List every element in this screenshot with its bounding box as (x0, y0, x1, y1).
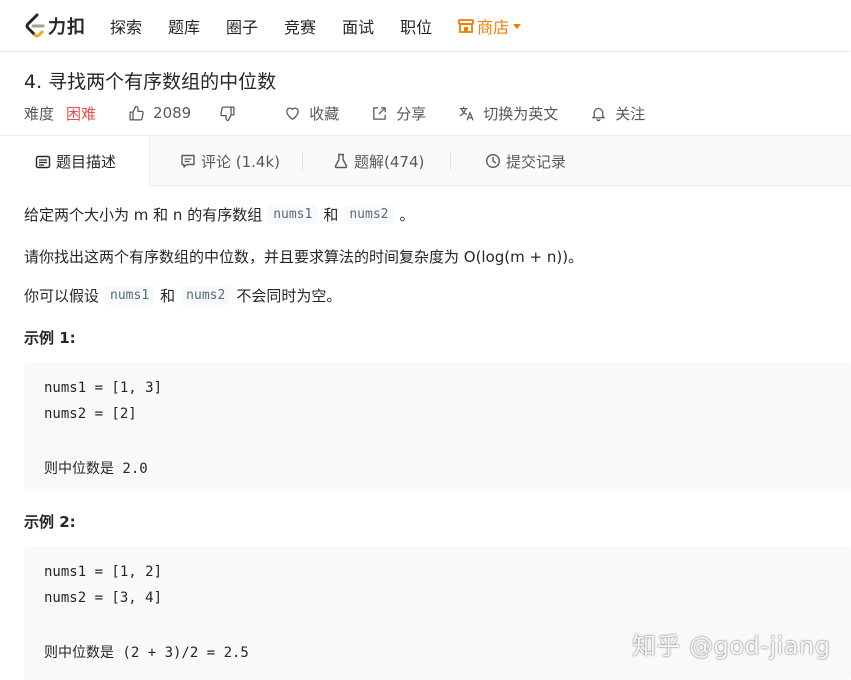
share-label: 分享 (396, 104, 427, 123)
code-line: nums1 = [1, 3] (44, 380, 163, 396)
like-count: 2089 (153, 104, 192, 122)
follow-button[interactable]: 关注 (590, 103, 645, 124)
share-button[interactable]: 分享 (371, 103, 426, 124)
tab-solutions[interactable]: 题解(474) (333, 136, 424, 186)
thumbs-down-icon (220, 105, 235, 121)
comment-icon (181, 154, 195, 168)
paragraph-text: 不会同时为空。 (236, 287, 342, 305)
dislike-button[interactable] (219, 105, 244, 122)
description-paragraph-1: 给定两个大小为 m 和 n 的有序数组 nums1 和 nums2 。 (24, 204, 415, 225)
difficulty-badge: 困难 (66, 104, 97, 123)
tab-description[interactable]: 题目描述 (0, 136, 150, 187)
description-paragraph-2: 请你找出这两个有序数组的中位数，并且要求算法的时间复杂度为 O(log(m + … (24, 248, 584, 266)
bell-icon (592, 107, 606, 121)
description-paragraph-3: 你可以假设 nums1 和 nums2 不会同时为空。 (24, 285, 341, 306)
inline-code: nums1 (105, 286, 155, 305)
problem-meta: 难度 困难 2089 收藏 分享 切换为英文 关注 (24, 102, 677, 124)
code-line: nums1 = [1, 2] (44, 564, 163, 580)
clock-icon (485, 153, 501, 169)
paragraph-text: 你可以假设 (24, 287, 100, 305)
like-button[interactable]: 2089 (128, 104, 191, 122)
favorite-button[interactable]: 收藏 (284, 103, 339, 124)
store-icon (458, 19, 474, 33)
nav-item-jobs[interactable]: 职位 (400, 14, 432, 38)
flask-icon (334, 153, 348, 169)
nav-item-contest[interactable]: 竞赛 (284, 14, 316, 38)
thumbs-up-icon (129, 105, 144, 121)
nav-item-explore[interactable]: 探索 (110, 14, 142, 38)
nav-menu: 探索 题库 圈子 竞赛 面试 职位 商店 (110, 0, 547, 52)
nav-item-store[interactable]: 商店 (458, 14, 522, 38)
inline-code: nums2 (181, 286, 231, 305)
example-1-title: 示例 1: (24, 329, 76, 347)
paragraph-text: 和 (323, 206, 339, 224)
switch-language-button[interactable]: 切换为英文 (458, 103, 558, 124)
tab-submissions-label: 提交记录 (506, 152, 567, 171)
favorite-label: 收藏 (309, 104, 340, 123)
translate-icon (459, 106, 474, 120)
problem-title: 4. 寻找两个有序数组的中位数 (24, 71, 277, 93)
description-icon (35, 155, 51, 168)
tab-solutions-label: 题解(474) (354, 152, 425, 171)
switch-language-label: 切换为英文 (483, 104, 559, 123)
tab-description-label: 题目描述 (56, 153, 117, 171)
chevron-down-icon (513, 23, 522, 29)
inline-code: nums1 (268, 205, 318, 224)
difficulty-label: 难度 (24, 104, 55, 123)
code-line: 则中位数是 2.0 (44, 461, 148, 477)
leetcode-logo[interactable]: 力扣 (24, 13, 86, 39)
tab-bar: 题目描述 评论 (1.4k) 题解(474) 提交记录 (0, 136, 851, 187)
code-line: 则中位数是 (2 + 3)/2 = 2.5 (44, 645, 249, 661)
store-label: 商店 (477, 18, 510, 37)
share-icon (373, 106, 387, 120)
tab-divider (450, 152, 451, 170)
paragraph-text: 。 (399, 206, 415, 224)
tab-comments-label: 评论 (1.4k) (201, 152, 281, 171)
tab-submissions[interactable]: 提交记录 (485, 136, 566, 186)
tab-comments[interactable]: 评论 (1.4k) (180, 136, 280, 186)
paragraph-text: 和 (160, 287, 176, 305)
paragraph-text: 给定两个大小为 m 和 n 的有序数组 (24, 206, 263, 224)
example-2-title: 示例 2: (24, 513, 76, 531)
example-1-code-block: nums1 = [1, 3] nums2 = [2] 则中位数是 2.0 (24, 363, 851, 491)
leetcode-logo-icon (25, 13, 45, 38)
tab-divider (302, 152, 303, 170)
top-nav: 力扣 探索 题库 圈子 竞赛 面试 职位 商店 (0, 0, 851, 52)
nav-item-interview[interactable]: 面试 (342, 14, 374, 38)
code-line: nums2 = [3, 4] (44, 590, 163, 606)
problem-header: 4. 寻找两个有序数组的中位数 难度 困难 2089 收藏 分享 切换为英文 关… (0, 52, 851, 136)
follow-label: 关注 (615, 104, 646, 123)
heart-icon (286, 107, 300, 120)
nav-item-circle[interactable]: 圈子 (226, 14, 258, 38)
logo-text: 力扣 (48, 17, 86, 38)
code-line: nums2 = [2] (44, 406, 137, 422)
nav-item-problemset[interactable]: 题库 (168, 14, 200, 38)
inline-code: nums2 (344, 205, 394, 224)
watermark: 知乎 @god-jiang (632, 632, 831, 660)
